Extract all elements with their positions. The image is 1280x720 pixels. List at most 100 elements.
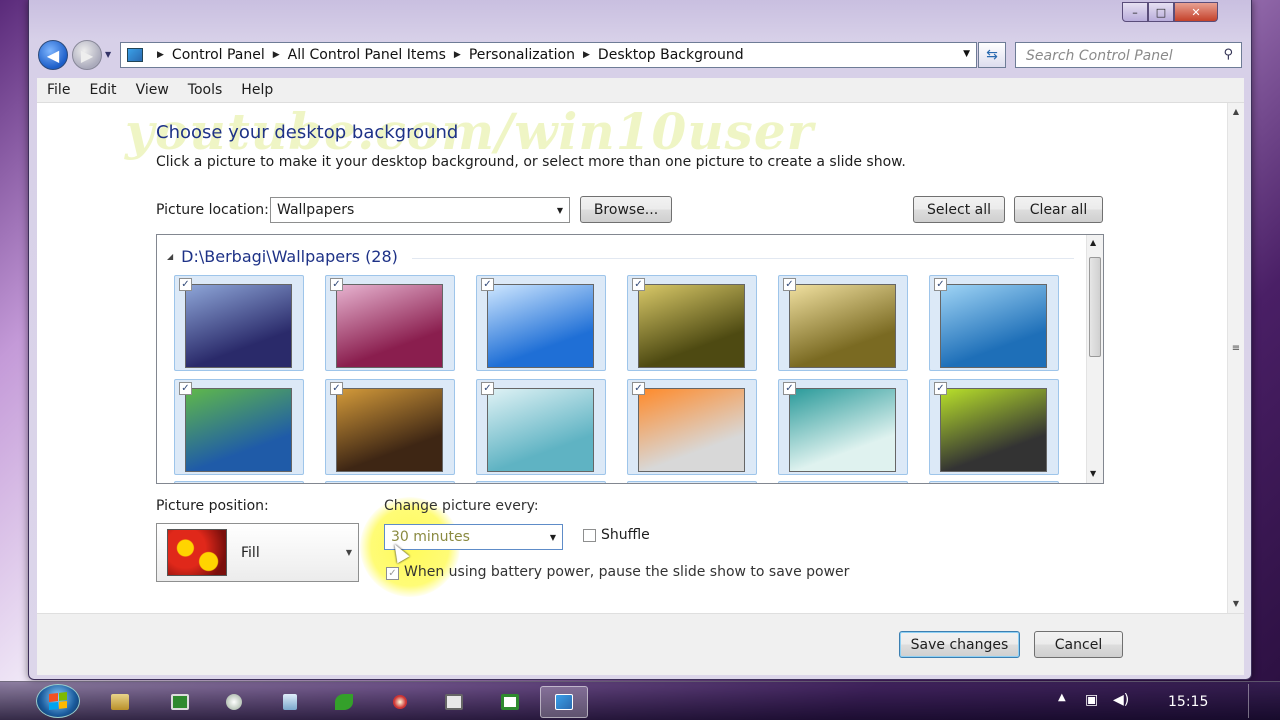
document-icon <box>283 694 297 710</box>
menu-help[interactable]: Help <box>241 82 273 98</box>
taskbar-app-leaf[interactable] <box>320 686 368 718</box>
wallpaper-thumbnail[interactable]: ✓ <box>627 275 757 371</box>
taskbar-app-green[interactable] <box>156 686 204 718</box>
wallpaper-thumbnail[interactable]: ✓ <box>778 275 908 371</box>
wallpaper-thumbnail-partial[interactable] <box>778 481 908 483</box>
volume-icon[interactable]: ◀) <box>1113 692 1129 708</box>
shuffle-checkbox[interactable] <box>583 529 596 542</box>
breadcrumb: ▶ Control Panel ▶ All Control Panel Item… <box>149 47 744 63</box>
clear-all-button[interactable]: Clear all <box>1014 196 1103 223</box>
page-title: Choose your desktop background <box>156 122 459 143</box>
breadcrumb-desktop-background[interactable]: Desktop Background <box>598 47 744 63</box>
scroll-up-icon[interactable]: ▲ <box>1090 238 1096 247</box>
network-icon[interactable]: ▣ <box>1085 692 1098 708</box>
minimize-button[interactable]: – <box>1122 2 1148 22</box>
chevron-right-icon[interactable]: ▶ <box>583 50 590 60</box>
menu-view[interactable]: View <box>136 82 169 98</box>
gallery-group-header[interactable]: ◢ D:\Berbagi\Wallpapers (28) <box>167 247 398 266</box>
flower-icon <box>393 695 407 709</box>
wallpaper-thumbnail[interactable]: ✓ <box>325 275 455 371</box>
change-picture-select[interactable]: 30 minutes ▼ <box>384 524 563 550</box>
wallpaper-image <box>638 284 745 368</box>
shuffle-label: Shuffle <box>601 527 650 543</box>
thumbnail-checkbox[interactable]: ✓ <box>783 278 796 291</box>
select-all-button[interactable]: Select all <box>913 196 1005 223</box>
thumbnail-checkbox[interactable]: ✓ <box>481 278 494 291</box>
gallery-scrollbar[interactable]: ▲ ▼ <box>1086 235 1103 483</box>
wallpaper-thumbnail[interactable]: ✓ <box>174 275 304 371</box>
start-button[interactable] <box>36 684 80 718</box>
chevron-right-icon[interactable]: ▶ <box>273 50 280 60</box>
content-scrollbar[interactable]: ▲ ≡ ▼ <box>1227 103 1244 613</box>
taskbar-app-media[interactable] <box>210 686 258 718</box>
search-icon[interactable]: ⚲ <box>1223 47 1233 62</box>
wallpaper-thumbnail-partial[interactable] <box>929 481 1059 483</box>
wallpaper-thumbnail-partial[interactable] <box>325 481 455 483</box>
group-divider <box>412 258 1074 259</box>
address-bar[interactable]: ▶ Control Panel ▶ All Control Panel Item… <box>120 42 977 68</box>
wallpaper-image <box>789 284 896 368</box>
taskbar-app-window[interactable] <box>430 686 478 718</box>
taskbar-app-green-2[interactable] <box>486 686 534 718</box>
refresh-button[interactable]: ⇆ <box>978 42 1006 68</box>
menu-bar: File Edit View Tools Help <box>37 78 1244 103</box>
taskbar-app-flower[interactable] <box>376 686 424 718</box>
close-button[interactable]: ✕ <box>1174 2 1218 22</box>
thumbnail-checkbox[interactable]: ✓ <box>330 278 343 291</box>
battery-pause-checkbox[interactable]: ✓ <box>386 567 399 580</box>
forward-button[interactable]: ▶ <box>72 40 102 70</box>
breadcrumb-personalization[interactable]: Personalization <box>469 47 575 63</box>
scroll-up-icon[interactable]: ▲ <box>1228 107 1244 116</box>
wallpaper-thumbnail[interactable]: ✓ <box>174 379 304 475</box>
menu-file[interactable]: File <box>47 82 70 98</box>
wallpaper-thumbnail[interactable]: ✓ <box>929 275 1059 371</box>
wallpaper-gallery: ◢ D:\Berbagi\Wallpapers (28) ✓ ✓ ✓ ✓ ✓ ✓ ✓ ✓ ✓ ✓ ✓… <box>156 234 1104 484</box>
wallpaper-thumbnail[interactable]: ✓ <box>778 379 908 475</box>
maximize-button[interactable]: □ <box>1148 2 1174 22</box>
thumbnail-checkbox[interactable]: ✓ <box>179 278 192 291</box>
breadcrumb-all-items[interactable]: All Control Panel Items <box>288 47 446 63</box>
taskbar-explorer[interactable] <box>96 686 144 718</box>
browse-button[interactable]: Browse... <box>580 196 672 223</box>
save-changes-button[interactable]: Save changes <box>899 631 1020 658</box>
history-dropdown-icon[interactable]: ▼ <box>105 50 111 59</box>
cancel-button[interactable]: Cancel <box>1034 631 1123 658</box>
chevron-right-icon[interactable]: ▶ <box>454 50 461 60</box>
collapse-triangle-icon[interactable]: ◢ <box>167 252 173 261</box>
window-icon <box>445 694 463 710</box>
wallpaper-thumbnail[interactable]: ✓ <box>929 379 1059 475</box>
tray-expand-icon[interactable]: ▲ <box>1058 692 1066 703</box>
back-button[interactable]: ◀ <box>38 40 68 70</box>
show-desktop-button[interactable] <box>1248 684 1262 718</box>
taskbar-app-doc[interactable] <box>266 686 314 718</box>
thumbnail-checkbox[interactable]: ✓ <box>783 382 796 395</box>
picture-location-select[interactable]: Wallpapers ▼ <box>270 197 570 223</box>
picture-position-select[interactable]: Fill ▼ <box>156 523 359 582</box>
gallery-scroll-thumb[interactable] <box>1089 257 1101 357</box>
thumbnail-checkbox[interactable]: ✓ <box>632 278 645 291</box>
wallpaper-thumbnail-partial[interactable] <box>174 481 304 483</box>
search-input[interactable]: Search Control Panel ⚲ <box>1015 42 1242 68</box>
wallpaper-image <box>940 284 1047 368</box>
menu-edit[interactable]: Edit <box>89 82 116 98</box>
scroll-down-icon[interactable]: ▼ <box>1090 469 1096 478</box>
thumbnail-checkbox[interactable]: ✓ <box>481 382 494 395</box>
wallpaper-thumbnail[interactable]: ✓ <box>325 379 455 475</box>
thumbnail-checkbox[interactable]: ✓ <box>330 382 343 395</box>
taskbar-clock[interactable]: 15:15 <box>1168 694 1208 710</box>
thumbnail-checkbox[interactable]: ✓ <box>934 382 947 395</box>
taskbar-control-panel[interactable] <box>540 686 588 718</box>
scroll-down-icon[interactable]: ▼ <box>1228 599 1244 608</box>
thumbnail-checkbox[interactable]: ✓ <box>934 278 947 291</box>
wallpaper-thumbnail-partial[interactable] <box>627 481 757 483</box>
thumbnail-checkbox[interactable]: ✓ <box>179 382 192 395</box>
wallpaper-thumbnail[interactable]: ✓ <box>476 275 606 371</box>
address-dropdown-icon[interactable]: ▼ <box>963 49 970 59</box>
wallpaper-thumbnail[interactable]: ✓ <box>476 379 606 475</box>
wallpaper-thumbnail-partial[interactable] <box>476 481 606 483</box>
thumbnail-checkbox[interactable]: ✓ <box>632 382 645 395</box>
app-icon <box>501 694 519 710</box>
breadcrumb-control-panel[interactable]: Control Panel <box>172 47 265 63</box>
menu-tools[interactable]: Tools <box>188 82 223 98</box>
wallpaper-thumbnail[interactable]: ✓ <box>627 379 757 475</box>
